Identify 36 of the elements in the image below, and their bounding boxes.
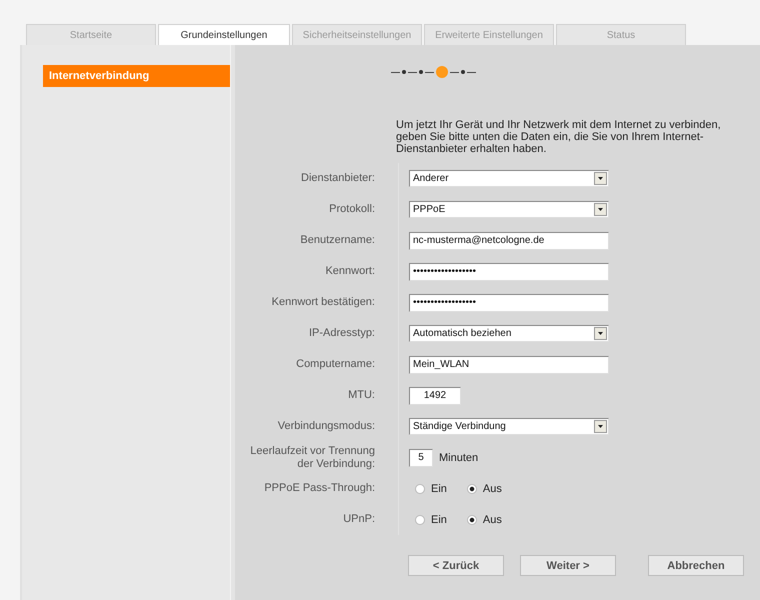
- field-label: Dienstanbieter:: [235, 163, 399, 194]
- radio-button[interactable]: [466, 484, 477, 494]
- field-label: Kennwort bestätigen:: [235, 287, 399, 318]
- dropdown[interactable]: Anderer: [409, 170, 609, 187]
- field-label: IP-Adresstyp:: [235, 318, 399, 349]
- input-field[interactable]: ••••••••••••••••••: [409, 262, 609, 280]
- radio-button[interactable]: [415, 484, 425, 494]
- wizard-button[interactable]: Weiter >: [520, 555, 616, 576]
- dropdown[interactable]: PPPoE: [409, 201, 609, 218]
- radio-button[interactable]: [415, 514, 425, 524]
- field-label: Verbindungsmodus:: [235, 411, 399, 442]
- input-field[interactable]: ••••••••••••••••••: [409, 294, 609, 312]
- input-field[interactable]: Mein_WLAN: [409, 356, 609, 374]
- field-label: Leerlaufzeit vor Trennung der Verbindung:: [235, 442, 399, 473]
- radio-label: Ein: [431, 514, 447, 526]
- radio-label: Aus: [482, 514, 502, 526]
- input-field[interactable]: 1492: [409, 386, 461, 404]
- field-label: Kennwort:: [235, 256, 399, 287]
- radio-button[interactable]: [466, 514, 477, 524]
- field-label: UPnP:: [235, 504, 399, 535]
- input-field[interactable]: 5: [409, 448, 433, 466]
- field-label: Computername:: [235, 349, 399, 380]
- wizard-button[interactable]: < Zurück: [408, 555, 504, 576]
- dropdown[interactable]: Automatisch beziehen: [409, 325, 609, 342]
- unit-label: Minuten: [439, 452, 478, 464]
- wizard-button[interactable]: Abbrechen: [648, 555, 744, 576]
- field-label: PPPoE Pass-Through:: [235, 473, 399, 504]
- field-label: MTU:: [235, 380, 399, 411]
- radio-label: Ein: [431, 482, 447, 494]
- input-field[interactable]: nc-musterma@netcologne.de: [409, 232, 609, 250]
- tab[interactable]: Grundeinstellungen: [158, 24, 290, 45]
- dropdown[interactable]: Ständige Verbindung: [409, 418, 609, 435]
- radio-label: Aus: [482, 482, 502, 494]
- field-label: Benutzername:: [235, 225, 399, 256]
- field-label: Protokoll:: [235, 194, 399, 225]
- intro-text: Um jetzt Ihr Gerät und Ihr Netzwerk mit dem Internet zu verbinden, geben Sie bitte unten die Daten ein, die Sie von Ihrem Internet-Dienstanbieter erhalten haben.: [396, 119, 722, 155]
